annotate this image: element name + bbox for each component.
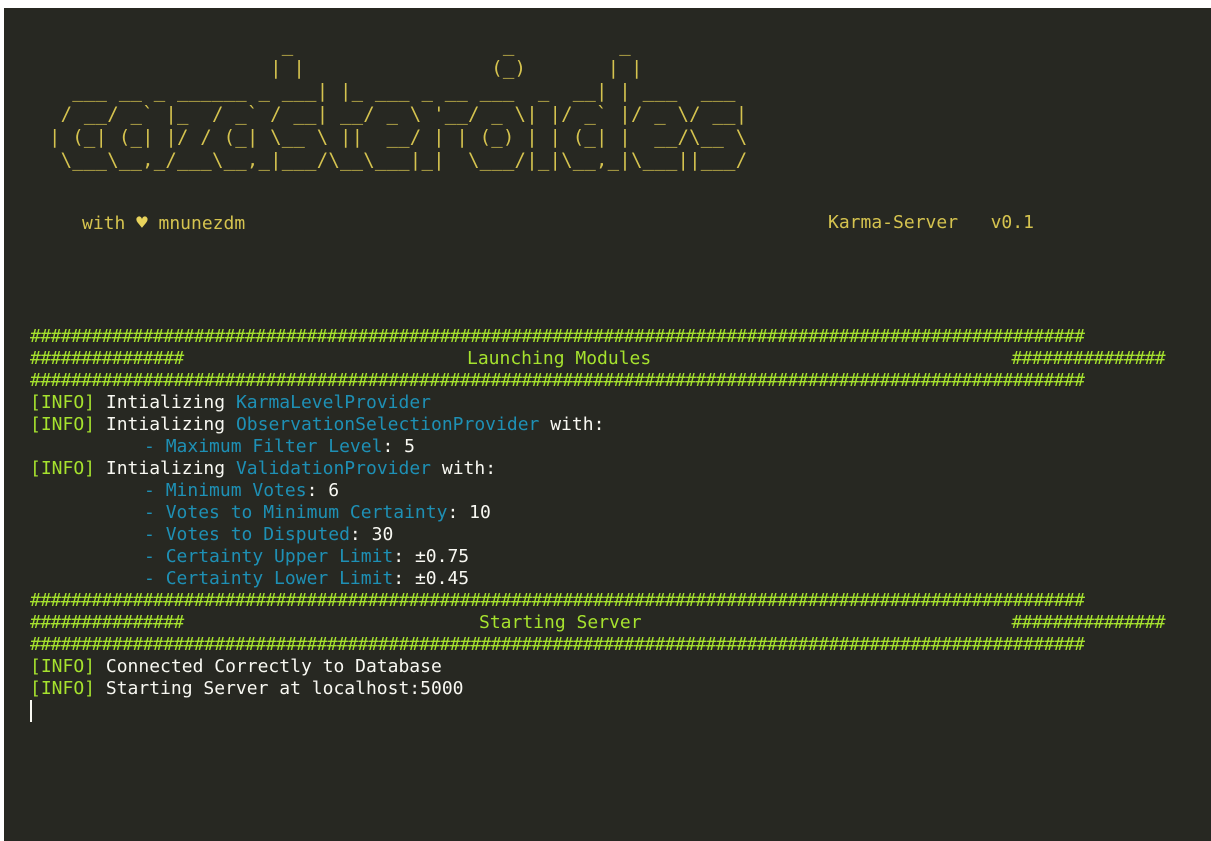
log-line-observation: [INFO] Intializing ObservationSelectionP…	[30, 414, 1205, 436]
ascii-art-banner: _ _ _ | | (_) | | ___ __ _ ______ _ ___|…	[49, 34, 748, 171]
module-name: KarmaLevelProvider	[235, 392, 432, 413]
with-word: with:	[441, 458, 497, 479]
param-dash: -	[144, 436, 166, 457]
log-output: ########################################…	[30, 326, 1205, 722]
param-name: Certainty Upper Limit	[165, 546, 394, 567]
hash-divider: ########################################…	[30, 326, 1085, 347]
section-title-starting: Starting Server	[479, 612, 642, 633]
section-header-starting: ############### Starting Server ########…	[30, 612, 1205, 634]
param-value: 6	[328, 480, 340, 501]
param-name: Votes to Disputed	[165, 524, 350, 545]
param-value: 30	[371, 524, 394, 545]
param-line: - Certainty Upper Limit: ±0.75	[30, 546, 1205, 568]
section-hash-left: ###############	[30, 612, 184, 633]
param-colon: :	[393, 546, 415, 567]
param-line: - Minimum Votes: 6	[30, 480, 1205, 502]
author-name: mnunezdm	[158, 213, 246, 234]
hash-divider: ########################################…	[30, 370, 1085, 391]
log-message: Starting Server at localhost:5000	[105, 678, 464, 699]
param-dash: -	[144, 480, 166, 501]
param-value: ±0.75	[414, 546, 470, 567]
log-line-validation: [INFO] Intializing ValidationProvider wi…	[30, 458, 1205, 480]
param-value: ±0.45	[414, 568, 470, 589]
info-tag: [INFO]	[30, 458, 96, 479]
server-name: Karma-Server	[828, 212, 959, 233]
server-version-label: Karma-Server v0.1	[828, 212, 1034, 234]
param-name: Votes to Minimum Certainty	[165, 502, 448, 523]
section-hash-right: ###############	[1011, 348, 1165, 369]
param-value: 10	[469, 502, 491, 523]
log-message: Connected Correctly to Database	[105, 656, 442, 677]
param-value: 5	[404, 436, 415, 457]
info-tag: [INFO]	[30, 656, 96, 677]
info-tag: [INFO]	[30, 392, 96, 413]
info-tag: [INFO]	[30, 678, 96, 699]
param-line: - Votes to Disputed: 30	[30, 524, 1205, 546]
param-dash: -	[144, 524, 166, 545]
version-label: v0.1	[990, 212, 1034, 233]
param-colon: :	[349, 524, 372, 545]
param-name: Minimum Votes	[165, 480, 307, 501]
heart-icon: ♥	[136, 212, 148, 234]
with-word: with:	[550, 414, 605, 435]
prompt-line[interactable]	[30, 700, 1205, 722]
param-name: Certainty Lower Limit	[165, 568, 394, 589]
info-tag: [INFO]	[30, 414, 96, 435]
module-name: ObservationSelectionProvider	[235, 414, 540, 435]
hash-divider: ########################################…	[30, 634, 1085, 655]
param-line: - Certainty Lower Limit: ±0.45	[30, 568, 1205, 590]
log-line-karma: [INFO] Intializing KarmaLevelProvider	[30, 392, 1205, 414]
text-cursor	[30, 700, 32, 722]
param-colon: :	[393, 568, 415, 589]
param-dash: -	[144, 568, 166, 589]
param-name: Maximum Filter Level	[165, 436, 383, 457]
param-colon: :	[382, 436, 405, 457]
log-line-server: [INFO] Starting Server at localhost:5000	[30, 678, 1205, 700]
module-name: ValidationProvider	[235, 458, 432, 479]
init-word: Intializing	[105, 458, 226, 479]
terminal-window[interactable]: _ _ _ | | (_) | | ___ __ _ ______ _ ___|…	[4, 8, 1211, 841]
author-tagline: with ♥ mnunezdm	[82, 212, 245, 235]
param-dash: -	[144, 502, 166, 523]
init-word: Intializing	[105, 414, 226, 435]
param-colon: :	[306, 480, 329, 501]
param-line: - Votes to Minimum Certainty: 10	[30, 502, 1205, 524]
param-dash: -	[144, 546, 166, 567]
log-line-database: [INFO] Connected Correctly to Database	[30, 656, 1205, 678]
section-hash-right: ###############	[1011, 612, 1165, 633]
section-hash-left: ###############	[30, 348, 184, 369]
tagline-prefix: with	[82, 213, 126, 234]
param-colon: :	[447, 502, 470, 523]
param-line: - Maximum Filter Level: 5	[30, 436, 1205, 458]
section-header-launching: ############### Launching Modules ######…	[30, 348, 1205, 370]
init-word: Intializing	[105, 392, 226, 413]
section-title-launching: Launching Modules	[467, 348, 652, 369]
hash-divider: ########################################…	[30, 590, 1085, 611]
